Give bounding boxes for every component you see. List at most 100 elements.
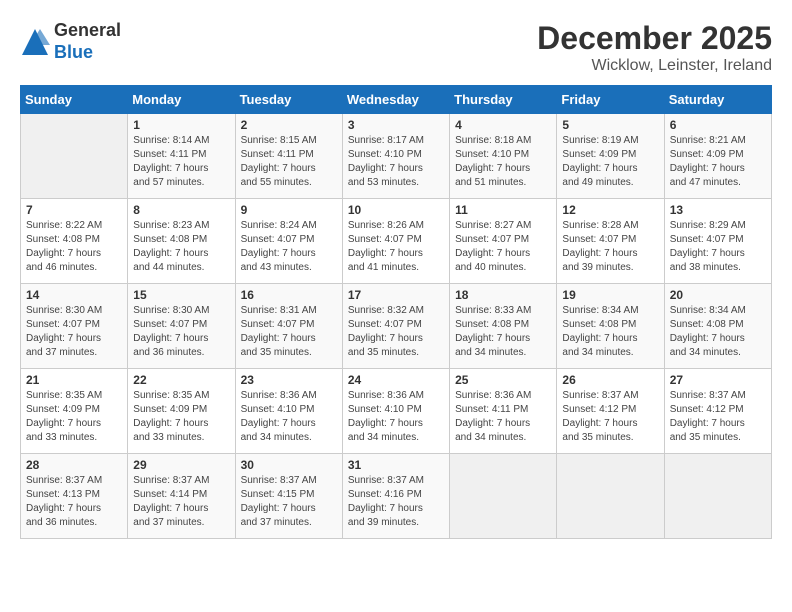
- calendar-cell: 21 Sunrise: 8:35 AM Sunset: 4:09 PM Dayli…: [21, 369, 128, 454]
- day-info: Sunrise: 8:37 AM Sunset: 4:12 PM Dayligh…: [562, 389, 658, 445]
- calendar-header-row: SundayMondayTuesdayWednesdayThursdayFrid…: [21, 86, 772, 114]
- day-info: Sunrise: 8:21 AM Sunset: 4:09 PM Dayligh…: [670, 134, 766, 190]
- day-info: Sunrise: 8:27 AM Sunset: 4:07 PM Dayligh…: [455, 219, 551, 275]
- calendar-cell: 14 Sunrise: 8:30 AM Sunset: 4:07 PM Dayli…: [21, 284, 128, 369]
- calendar-cell: 13Sunrise: 8:29 AM Sunset: 4:07 PM Dayli…: [664, 199, 771, 284]
- logo-blue: Blue: [54, 42, 93, 62]
- calendar-cell: 25Sunrise: 8:36 AM Sunset: 4:11 PM Dayli…: [450, 369, 557, 454]
- day-info: Sunrise: 8:30 AM Sunset: 4:07 PM Dayligh…: [133, 304, 229, 360]
- day-number: 17: [348, 288, 444, 302]
- calendar-cell: 2 Sunrise: 8:15 AM Sunset: 4:11 PM Daylig…: [235, 114, 342, 199]
- day-number: 10: [348, 203, 444, 217]
- calendar-cell: 11 Sunrise: 8:27 AM Sunset: 4:07 PM Dayli…: [450, 199, 557, 284]
- calendar-week-row: 1 Sunrise: 8:14 AM Sunset: 4:11 PM Daylig…: [21, 114, 772, 199]
- calendar-cell: 26 Sunrise: 8:37 AM Sunset: 4:12 PM Dayli…: [557, 369, 664, 454]
- page-header: General Blue December 2025 Wicklow, Lein…: [20, 20, 772, 75]
- day-number: 11: [455, 203, 551, 217]
- day-info: Sunrise: 8:24 AM Sunset: 4:07 PM Dayligh…: [241, 219, 337, 275]
- day-number: 29: [133, 458, 229, 472]
- day-info: Sunrise: 8:26 AM Sunset: 4:07 PM Dayligh…: [348, 219, 444, 275]
- day-info: Sunrise: 8:14 AM Sunset: 4:11 PM Dayligh…: [133, 134, 229, 190]
- calendar-week-row: 14 Sunrise: 8:30 AM Sunset: 4:07 PM Dayli…: [21, 284, 772, 369]
- day-number: 21: [26, 373, 122, 387]
- day-number: 23: [241, 373, 337, 387]
- day-number: 26: [562, 373, 658, 387]
- day-info: Sunrise: 8:31 AM Sunset: 4:07 PM Dayligh…: [241, 304, 337, 360]
- day-info: Sunrise: 8:30 AM Sunset: 4:07 PM Dayligh…: [26, 304, 122, 360]
- calendar-cell: 20 Sunrise: 8:34 AM Sunset: 4:08 PM Dayli…: [664, 284, 771, 369]
- day-info: Sunrise: 8:35 AM Sunset: 4:09 PM Dayligh…: [26, 389, 122, 445]
- title-block: December 2025 Wicklow, Leinster, Ireland: [537, 20, 772, 75]
- day-info: Sunrise: 8:17 AM Sunset: 4:10 PM Dayligh…: [348, 134, 444, 190]
- day-number: 30: [241, 458, 337, 472]
- calendar-cell: 6Sunrise: 8:21 AM Sunset: 4:09 PM Daylig…: [664, 114, 771, 199]
- calendar-cell: [557, 454, 664, 539]
- calendar-cell: 1 Sunrise: 8:14 AM Sunset: 4:11 PM Daylig…: [128, 114, 235, 199]
- day-number: 18: [455, 288, 551, 302]
- day-info: Sunrise: 8:35 AM Sunset: 4:09 PM Dayligh…: [133, 389, 229, 445]
- day-number: 16: [241, 288, 337, 302]
- day-info: Sunrise: 8:34 AM Sunset: 4:08 PM Dayligh…: [670, 304, 766, 360]
- calendar-cell: 29 Sunrise: 8:37 AM Sunset: 4:14 PM Dayli…: [128, 454, 235, 539]
- day-info: Sunrise: 8:18 AM Sunset: 4:10 PM Dayligh…: [455, 134, 551, 190]
- calendar-cell: 18 Sunrise: 8:33 AM Sunset: 4:08 PM Dayli…: [450, 284, 557, 369]
- calendar-cell: 5Sunrise: 8:19 AM Sunset: 4:09 PM Daylig…: [557, 114, 664, 199]
- calendar-week-row: 7Sunrise: 8:22 AM Sunset: 4:08 PM Daylig…: [21, 199, 772, 284]
- day-info: Sunrise: 8:37 AM Sunset: 4:16 PM Dayligh…: [348, 474, 444, 530]
- day-number: 27: [670, 373, 766, 387]
- day-number: 3: [348, 118, 444, 132]
- month-title: December 2025: [537, 20, 772, 57]
- calendar-cell: 16 Sunrise: 8:31 AM Sunset: 4:07 PM Dayli…: [235, 284, 342, 369]
- day-info: Sunrise: 8:28 AM Sunset: 4:07 PM Dayligh…: [562, 219, 658, 275]
- calendar-cell: 24Sunrise: 8:36 AM Sunset: 4:10 PM Dayli…: [342, 369, 449, 454]
- calendar-cell: 3 Sunrise: 8:17 AM Sunset: 4:10 PM Daylig…: [342, 114, 449, 199]
- day-info: Sunrise: 8:37 AM Sunset: 4:15 PM Dayligh…: [241, 474, 337, 530]
- calendar-cell: 17 Sunrise: 8:32 AM Sunset: 4:07 PM Dayli…: [342, 284, 449, 369]
- day-info: Sunrise: 8:29 AM Sunset: 4:07 PM Dayligh…: [670, 219, 766, 275]
- calendar-cell: 23 Sunrise: 8:36 AM Sunset: 4:10 PM Dayli…: [235, 369, 342, 454]
- day-header-friday: Friday: [557, 86, 664, 114]
- calendar-cell: 27 Sunrise: 8:37 AM Sunset: 4:12 PM Dayli…: [664, 369, 771, 454]
- calendar-cell: 22 Sunrise: 8:35 AM Sunset: 4:09 PM Dayli…: [128, 369, 235, 454]
- day-header-tuesday: Tuesday: [235, 86, 342, 114]
- calendar-cell: 28Sunrise: 8:37 AM Sunset: 4:13 PM Dayli…: [21, 454, 128, 539]
- day-info: Sunrise: 8:32 AM Sunset: 4:07 PM Dayligh…: [348, 304, 444, 360]
- day-info: Sunrise: 8:36 AM Sunset: 4:11 PM Dayligh…: [455, 389, 551, 445]
- day-number: 4: [455, 118, 551, 132]
- day-header-monday: Monday: [128, 86, 235, 114]
- day-number: 9: [241, 203, 337, 217]
- day-info: Sunrise: 8:15 AM Sunset: 4:11 PM Dayligh…: [241, 134, 337, 190]
- day-header-wednesday: Wednesday: [342, 86, 449, 114]
- calendar-cell: 31Sunrise: 8:37 AM Sunset: 4:16 PM Dayli…: [342, 454, 449, 539]
- day-number: 14: [26, 288, 122, 302]
- day-number: 19: [562, 288, 658, 302]
- day-number: 1: [133, 118, 229, 132]
- calendar-week-row: 21 Sunrise: 8:35 AM Sunset: 4:09 PM Dayli…: [21, 369, 772, 454]
- day-header-saturday: Saturday: [664, 86, 771, 114]
- calendar-cell: 8 Sunrise: 8:23 AM Sunset: 4:08 PM Daylig…: [128, 199, 235, 284]
- day-info: Sunrise: 8:36 AM Sunset: 4:10 PM Dayligh…: [241, 389, 337, 445]
- calendar-cell: 19 Sunrise: 8:34 AM Sunset: 4:08 PM Dayli…: [557, 284, 664, 369]
- logo-text: General Blue: [54, 20, 121, 63]
- day-header-thursday: Thursday: [450, 86, 557, 114]
- day-number: 2: [241, 118, 337, 132]
- day-number: 15: [133, 288, 229, 302]
- day-info: Sunrise: 8:33 AM Sunset: 4:08 PM Dayligh…: [455, 304, 551, 360]
- day-info: Sunrise: 8:34 AM Sunset: 4:08 PM Dayligh…: [562, 304, 658, 360]
- day-info: Sunrise: 8:36 AM Sunset: 4:10 PM Dayligh…: [348, 389, 444, 445]
- calendar-cell: 9 Sunrise: 8:24 AM Sunset: 4:07 PM Daylig…: [235, 199, 342, 284]
- day-number: 5: [562, 118, 658, 132]
- day-number: 8: [133, 203, 229, 217]
- day-info: Sunrise: 8:37 AM Sunset: 4:14 PM Dayligh…: [133, 474, 229, 530]
- logo: General Blue: [20, 20, 121, 63]
- day-info: Sunrise: 8:37 AM Sunset: 4:12 PM Dayligh…: [670, 389, 766, 445]
- logo-general: General: [54, 20, 121, 40]
- day-info: Sunrise: 8:23 AM Sunset: 4:08 PM Dayligh…: [133, 219, 229, 275]
- logo-icon: [20, 27, 50, 57]
- calendar-cell: 10 Sunrise: 8:26 AM Sunset: 4:07 PM Dayli…: [342, 199, 449, 284]
- day-number: 22: [133, 373, 229, 387]
- day-number: 20: [670, 288, 766, 302]
- calendar-cell: 7Sunrise: 8:22 AM Sunset: 4:08 PM Daylig…: [21, 199, 128, 284]
- calendar-cell: 4 Sunrise: 8:18 AM Sunset: 4:10 PM Daylig…: [450, 114, 557, 199]
- day-info: Sunrise: 8:37 AM Sunset: 4:13 PM Dayligh…: [26, 474, 122, 530]
